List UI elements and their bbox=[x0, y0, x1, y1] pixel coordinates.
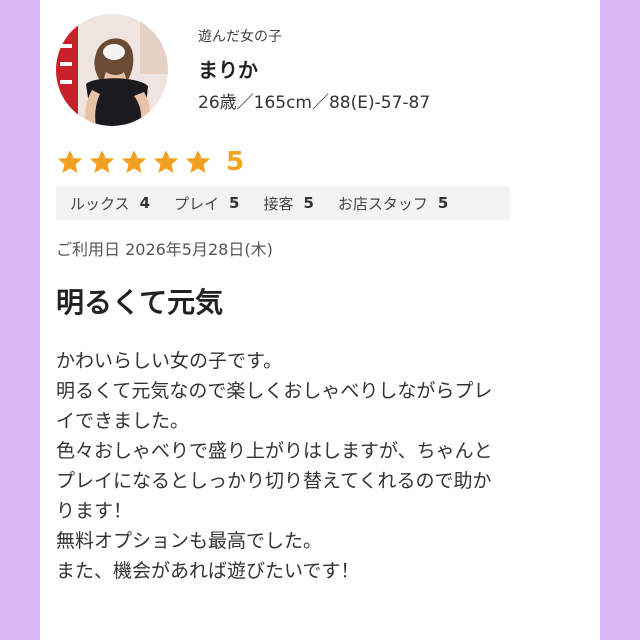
review-line: 明るくて元気なので楽しくおしゃべりしながらプレ bbox=[56, 380, 493, 402]
star-icon bbox=[185, 150, 211, 173]
sub-rating-value: 5 bbox=[229, 194, 240, 212]
girl-spec: 26歳／165cm／88(E)-57-87 bbox=[198, 93, 431, 113]
sub-rating-play: プレイ 5 bbox=[174, 193, 249, 214]
star-icon bbox=[153, 150, 179, 173]
star-icon bbox=[121, 150, 147, 173]
star-icon bbox=[89, 150, 115, 173]
visit-date: ご利用日 2026年5月28日(木) bbox=[56, 240, 273, 259]
review-line: プレイになるとしっかり切り替えてくれるので助か bbox=[56, 470, 492, 492]
overall-rating: 5 bbox=[56, 148, 244, 176]
review-line: 色々おしゃべりで盛り上がりはしますが、ちゃんと bbox=[56, 440, 493, 462]
girl-caption: 遊んだ女の子 bbox=[198, 29, 282, 45]
sub-rating-value: 5 bbox=[437, 194, 449, 212]
sub-rating-value: 5 bbox=[303, 194, 314, 212]
review-body: かわいらしい女の子です。 明るくて元気なので楽しくおしゃべりしながらプレ イでき… bbox=[56, 346, 596, 586]
sub-rating-staff: お店スタッフ 5 bbox=[338, 193, 458, 214]
sub-rating-label: ルックス bbox=[70, 194, 130, 213]
review-line: かわいらしい女の子です。 bbox=[56, 350, 283, 372]
sub-rating-label: プレイ bbox=[174, 194, 220, 213]
review-card: 遊んだ女の子 まりか 26歳／165cm／88(E)-57-87 5 ルックス … bbox=[40, 0, 600, 640]
review-line: イできました。 bbox=[56, 410, 190, 432]
sub-rating-value: 4 bbox=[139, 194, 150, 212]
girl-name[interactable]: まりか bbox=[198, 58, 430, 82]
review-line: また、機会があれば遊びたいです！ bbox=[56, 560, 360, 582]
overall-score: 5 bbox=[226, 147, 245, 177]
review-title: 明るくて元気 bbox=[56, 286, 224, 319]
star-icon bbox=[57, 150, 83, 173]
sub-ratings: ルックス 4 プレイ 5 接客 5 お店スタッフ 5 bbox=[56, 186, 510, 220]
sub-rating-looks: ルックス 4 bbox=[70, 193, 160, 214]
avatar[interactable] bbox=[56, 14, 168, 126]
sub-rating-label: 接客 bbox=[263, 194, 294, 213]
sub-rating-label: お店スタッフ bbox=[337, 194, 428, 213]
sub-rating-service: 接客 5 bbox=[263, 193, 323, 214]
avatar-photo bbox=[56, 14, 168, 126]
review-line: 無料オプションも最高でした。 bbox=[56, 530, 323, 552]
review-line: ります！ bbox=[56, 500, 133, 522]
